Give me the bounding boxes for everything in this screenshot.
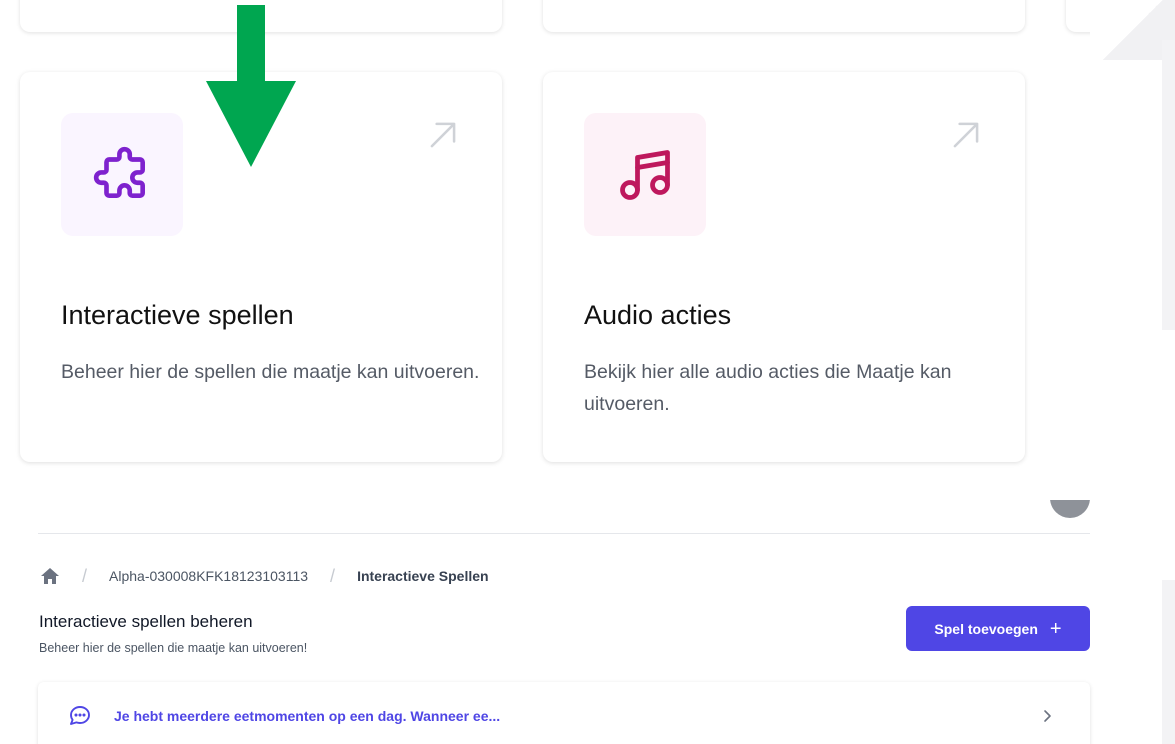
list-item-text: Je hebt meerdere eetmomenten op een dag.… bbox=[114, 708, 501, 724]
chevron-right-icon[interactable] bbox=[1040, 708, 1054, 724]
divider bbox=[38, 533, 1090, 534]
side-strip bbox=[1162, 40, 1175, 330]
card-title: Audio acties bbox=[584, 300, 732, 330]
list-item[interactable]: Je hebt meerdere eetmomenten op een dag.… bbox=[38, 682, 1090, 744]
top-card-2[interactable] bbox=[543, 0, 1025, 32]
breadcrumb: / Alpha-030008KFK18123103113 / Interacti… bbox=[40, 566, 489, 586]
arrow-up-right-icon[interactable] bbox=[424, 116, 462, 154]
plus-icon: + bbox=[1049, 617, 1062, 640]
card-audio-actions[interactable]: Audio acties Bekijk hier alle audio acti… bbox=[543, 72, 1025, 462]
side-strip-lower bbox=[1162, 580, 1175, 744]
add-game-button-label: Spel toevoegen bbox=[934, 620, 1038, 637]
breadcrumb-device[interactable]: Alpha-030008KFK18123103113 bbox=[109, 568, 308, 584]
breadcrumb-separator: / bbox=[82, 565, 88, 586]
green-down-arrow-icon bbox=[206, 5, 296, 167]
card-description: Bekijk hier alle audio acties die Maatje… bbox=[584, 361, 952, 415]
breadcrumb-separator: / bbox=[330, 565, 336, 586]
chat-bubble-icon bbox=[70, 706, 90, 725]
page-subtitle: Beheer hier de spellen die maatje kan ui… bbox=[39, 641, 308, 655]
card-icon-box bbox=[61, 113, 183, 236]
avatar[interactable] bbox=[1050, 500, 1090, 518]
music-note-icon bbox=[620, 149, 670, 200]
card-description: Beheer hier de spellen die maatje kan ui… bbox=[61, 361, 480, 383]
breadcrumb-current: Interactieve Spellen bbox=[357, 568, 489, 584]
card-title: Interactieve spellen bbox=[61, 300, 294, 330]
card-icon-box bbox=[584, 113, 706, 236]
add-game-button[interactable]: Spel toevoegen + bbox=[906, 606, 1090, 651]
home-icon[interactable] bbox=[40, 567, 60, 585]
puzzle-icon bbox=[93, 146, 145, 198]
arrow-up-right-icon[interactable] bbox=[947, 116, 985, 154]
page-title: Interactieve spellen beheren bbox=[39, 612, 253, 631]
